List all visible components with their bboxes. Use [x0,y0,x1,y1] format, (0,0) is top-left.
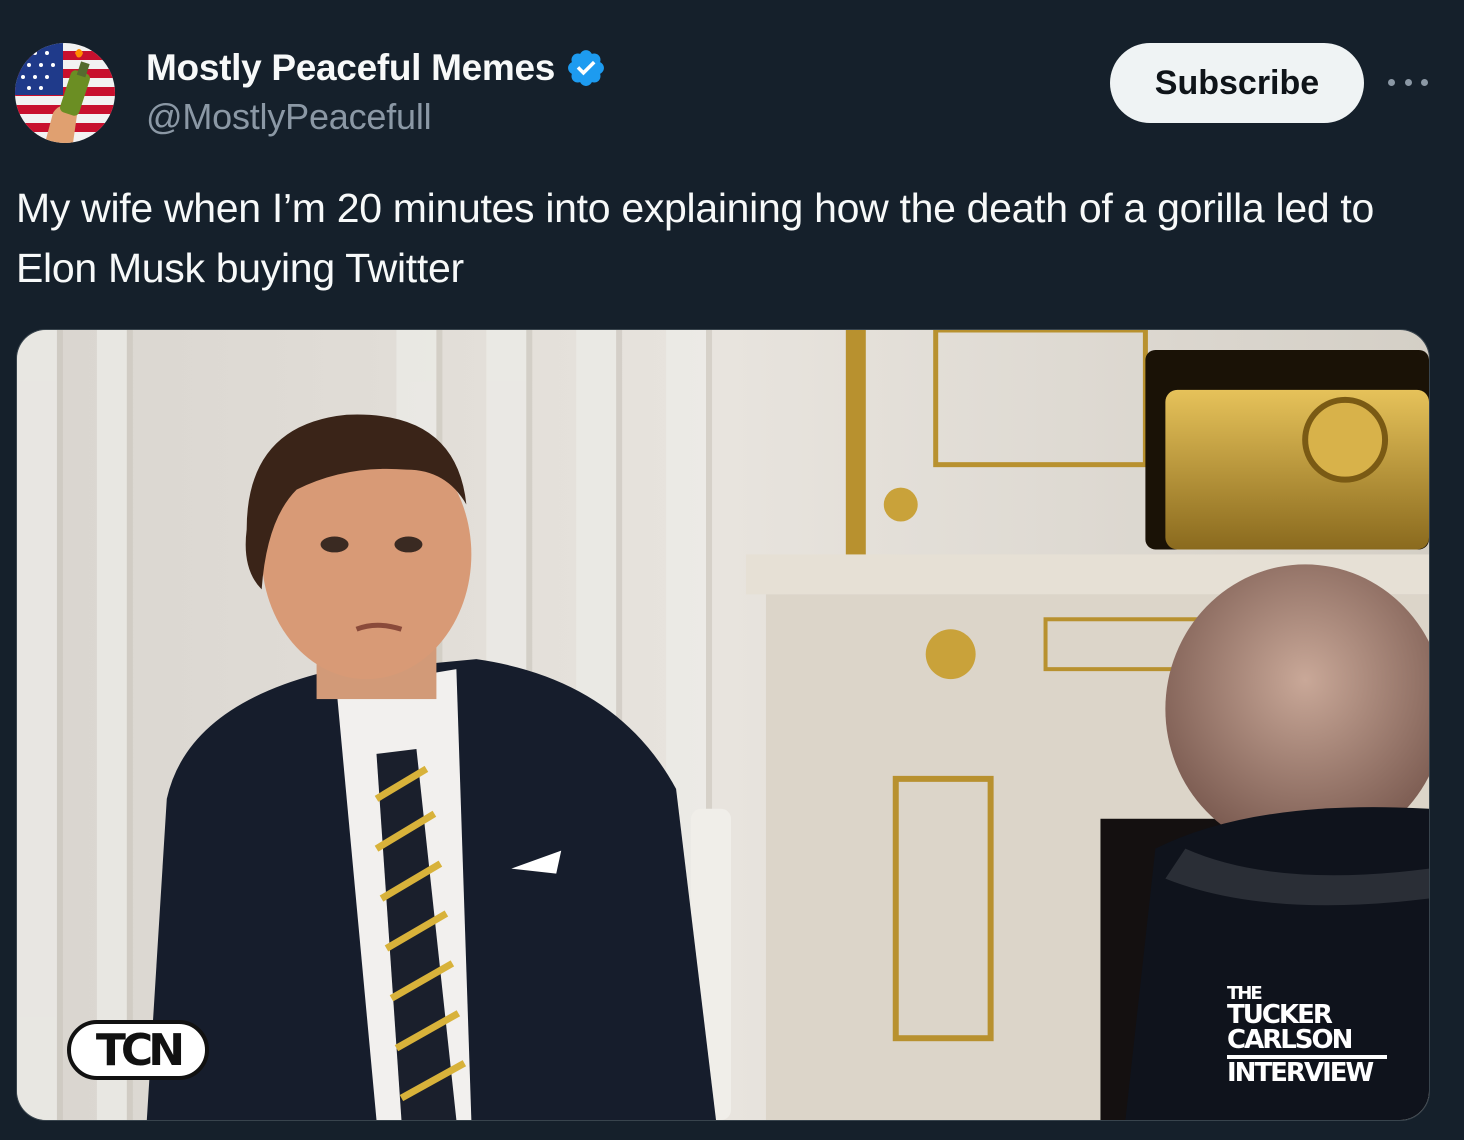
display-name[interactable]: Mostly Peaceful Memes [146,47,555,89]
tcn-logo: TCN [67,1020,209,1080]
show-logo-line: INTERVIEW [1227,1058,1374,1088]
subscribe-button[interactable]: Subscribe [1110,43,1364,123]
more-horizontal-icon [1404,78,1412,86]
show-logo-line: CARLSON [1227,1027,1387,1059]
verified-badge-icon [568,50,605,86]
interview-photo [17,330,1429,1120]
tcn-logo-text: TCN [95,1024,185,1076]
avatar[interactable] [15,43,115,143]
more-horizontal-icon [1421,78,1428,86]
more-horizontal-icon [1388,78,1395,86]
tweet[interactable]: Mostly Peaceful Memes @MostlyPeacefull S… [0,0,1464,1140]
more-options-button[interactable] [1388,70,1428,94]
display-name-row[interactable]: Mostly Peaceful Memes [146,46,607,90]
show-logo: THE TUCKER CARLSON INTERVIEW [1227,985,1387,1086]
handle[interactable]: @MostlyPeacefull [146,96,432,138]
tweet-media-image[interactable]: TCN THE TUCKER CARLSON INTERVIEW [16,329,1430,1121]
avatar-flag-icon [15,43,115,143]
tweet-text: My wife when I’m 20 minutes into explain… [16,185,1375,291]
